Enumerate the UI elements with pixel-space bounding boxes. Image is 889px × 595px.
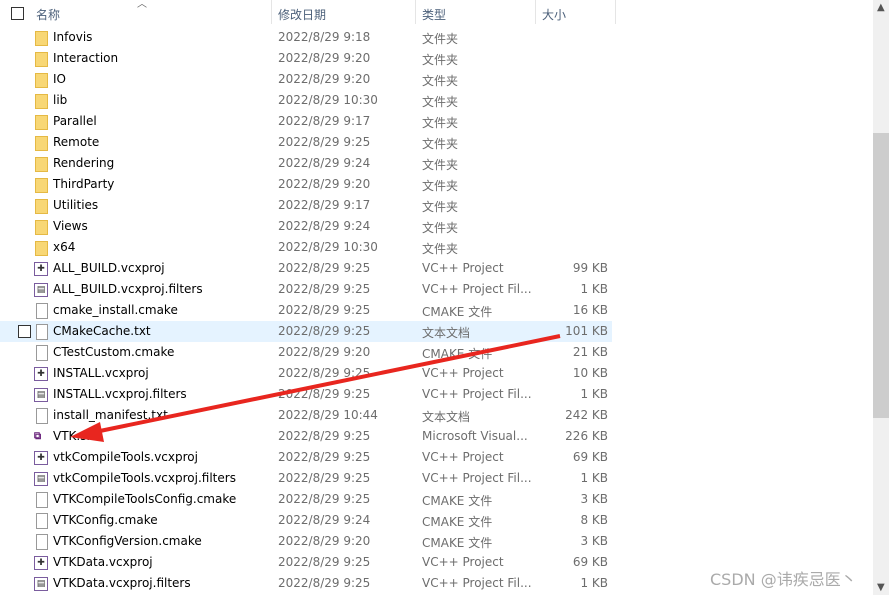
scroll-down-icon[interactable]: ▼ xyxy=(877,582,885,593)
arrow-shaft xyxy=(94,334,561,434)
arrow-head xyxy=(70,422,104,442)
watermark: CSDN @讳疾忌医丶 xyxy=(710,570,857,589)
scrollbar-thumb[interactable] xyxy=(873,133,889,418)
scroll-up-icon[interactable]: ▲ xyxy=(877,2,885,13)
red-annotation-arrow xyxy=(70,334,561,442)
vertical-scrollbar[interactable]: ▲ ▼ xyxy=(873,0,889,595)
